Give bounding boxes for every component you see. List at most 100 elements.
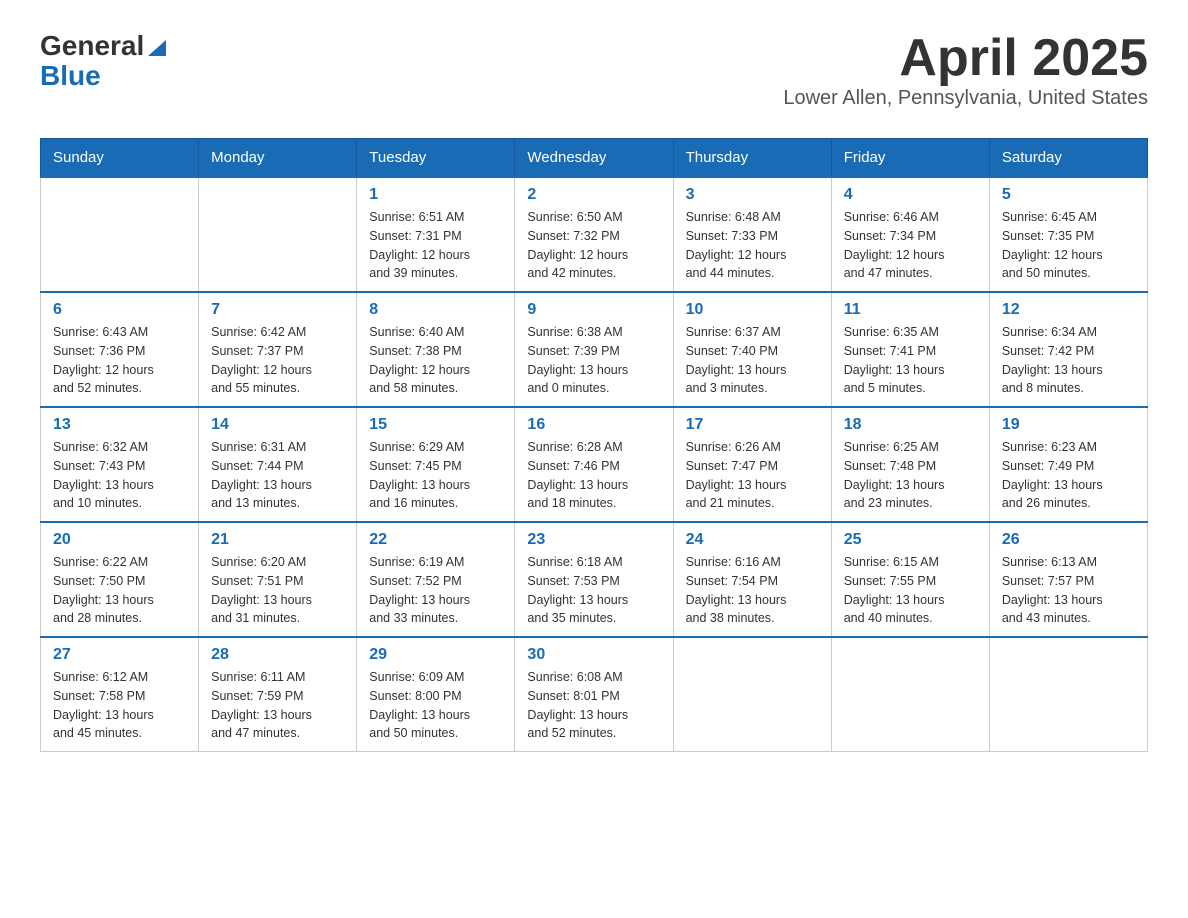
day-number: 13 [53,416,186,434]
calendar-cell: 9Sunrise: 6:38 AM Sunset: 7:39 PM Daylig… [515,292,673,407]
day-info: Sunrise: 6:26 AM Sunset: 7:47 PM Dayligh… [686,438,819,513]
weekday-header-monday: Monday [199,139,357,178]
day-number: 10 [686,301,819,319]
day-number: 26 [1002,531,1135,549]
day-info: Sunrise: 6:09 AM Sunset: 8:00 PM Dayligh… [369,668,502,743]
calendar-cell: 27 Sunrise: 6:12 AM Sunset: 7:58 PM Dayli… [41,637,199,752]
weekday-header-row: SundayMondayTuesdayWednesdayThursdayFrid… [41,139,1148,178]
day-number: 7 [211,301,344,319]
day-info: Sunrise: 6:42 AM Sunset: 7:37 PM Dayligh… [211,323,344,398]
title-block: April 2025 Lower Allen, Pennsylvania, Un… [783,30,1148,128]
day-number: 24 [686,531,819,549]
day-number: 18 [844,416,977,434]
calendar-cell: 17 Sunrise: 6:26 AM Sunset: 7:47 PM Dayli… [673,407,831,522]
calendar-cell: 18 Sunrise: 6:25 AM Sunset: 7:48 PM Dayli… [831,407,989,522]
day-number: 29 [369,646,502,664]
calendar-cell: 26 Sunrise: 6:13 AM Sunset: 7:57 PM Dayli… [989,522,1147,637]
day-info: Sunrise: 6:16 AM Sunset: 7:54 PM Dayligh… [686,553,819,628]
day-info: Sunrise: 6:29 AM Sunset: 7:45 PM Dayligh… [369,438,502,513]
calendar-cell: 21 Sunrise: 6:20 AM Sunset: 7:51 PM Dayli… [199,522,357,637]
week-row-3: 13Sunrise: 6:32 AM Sunset: 7:43 PM Dayli… [41,407,1148,522]
calendar-cell [199,177,357,292]
day-info: Sunrise: 6:13 AM Sunset: 7:57 PM Dayligh… [1002,553,1135,628]
day-number: 11 [844,301,977,319]
calendar-cell: 3Sunrise: 6:48 AM Sunset: 7:33 PM Daylig… [673,177,831,292]
day-number: 6 [53,301,186,319]
calendar-cell: 16 Sunrise: 6:28 AM Sunset: 7:46 PM Dayli… [515,407,673,522]
calendar-cell: 4Sunrise: 6:46 AM Sunset: 7:34 PM Daylig… [831,177,989,292]
calendar-cell: 25 Sunrise: 6:15 AM Sunset: 7:55 PM Dayli… [831,522,989,637]
day-info: Sunrise: 6:40 AM Sunset: 7:38 PM Dayligh… [369,323,502,398]
page-header: General Blue April 2025 Lower Allen, Pen… [40,30,1148,128]
logo-general-text: General [40,30,144,62]
day-info: Sunrise: 6:43 AM Sunset: 7:36 PM Dayligh… [53,323,186,398]
calendar-cell: 20 Sunrise: 6:22 AM Sunset: 7:50 PM Dayli… [41,522,199,637]
day-number: 23 [527,531,660,549]
calendar-cell: 7 Sunrise: 6:42 AM Sunset: 7:37 PM Daylig… [199,292,357,407]
day-number: 14 [211,416,344,434]
calendar-cell: 1 Sunrise: 6:51 AM Sunset: 7:31 PM Daylig… [357,177,515,292]
week-row-4: 20 Sunrise: 6:22 AM Sunset: 7:50 PM Dayli… [41,522,1148,637]
day-number: 2 [527,186,660,204]
day-number: 5 [1002,186,1135,204]
day-number: 22 [369,531,502,549]
day-number: 8 [369,301,502,319]
day-info: Sunrise: 6:25 AM Sunset: 7:48 PM Dayligh… [844,438,977,513]
day-number: 25 [844,531,977,549]
calendar-cell: 24 Sunrise: 6:16 AM Sunset: 7:54 PM Dayli… [673,522,831,637]
calendar-cell: 11 Sunrise: 6:35 AM Sunset: 7:41 PM Dayli… [831,292,989,407]
day-number: 4 [844,186,977,204]
day-info: Sunrise: 6:15 AM Sunset: 7:55 PM Dayligh… [844,553,977,628]
calendar-cell: 14 Sunrise: 6:31 AM Sunset: 7:44 PM Dayli… [199,407,357,522]
day-number: 3 [686,186,819,204]
calendar-cell: 13Sunrise: 6:32 AM Sunset: 7:43 PM Dayli… [41,407,199,522]
day-number: 9 [527,301,660,319]
day-info: Sunrise: 6:34 AM Sunset: 7:42 PM Dayligh… [1002,323,1135,398]
day-number: 17 [686,416,819,434]
calendar-cell [831,637,989,752]
weekday-header-saturday: Saturday [989,139,1147,178]
calendar-cell [673,637,831,752]
weekday-header-sunday: Sunday [41,139,199,178]
day-number: 28 [211,646,344,664]
weekday-header-friday: Friday [831,139,989,178]
logo-blue-text: Blue [40,62,101,90]
day-info: Sunrise: 6:28 AM Sunset: 7:46 PM Dayligh… [527,438,660,513]
logo: General Blue [40,30,168,90]
week-row-1: 1 Sunrise: 6:51 AM Sunset: 7:31 PM Daylig… [41,177,1148,292]
calendar-cell [989,637,1147,752]
day-info: Sunrise: 6:51 AM Sunset: 7:31 PM Dayligh… [369,208,502,283]
day-number: 15 [369,416,502,434]
week-row-2: 6 Sunrise: 6:43 AM Sunset: 7:36 PM Daylig… [41,292,1148,407]
day-info: Sunrise: 6:22 AM Sunset: 7:50 PM Dayligh… [53,553,186,628]
location-subtitle: Lower Allen, Pennsylvania, United States [783,87,1148,110]
weekday-header-wednesday: Wednesday [515,139,673,178]
day-info: Sunrise: 6:45 AM Sunset: 7:35 PM Dayligh… [1002,208,1135,283]
week-row-5: 27 Sunrise: 6:12 AM Sunset: 7:58 PM Dayli… [41,637,1148,752]
day-number: 20 [53,531,186,549]
calendar-cell: 23Sunrise: 6:18 AM Sunset: 7:53 PM Dayli… [515,522,673,637]
day-number: 1 [369,186,502,204]
calendar-cell: 19Sunrise: 6:23 AM Sunset: 7:49 PM Dayli… [989,407,1147,522]
day-info: Sunrise: 6:31 AM Sunset: 7:44 PM Dayligh… [211,438,344,513]
day-info: Sunrise: 6:12 AM Sunset: 7:58 PM Dayligh… [53,668,186,743]
calendar-table: SundayMondayTuesdayWednesdayThursdayFrid… [40,138,1148,752]
day-info: Sunrise: 6:37 AM Sunset: 7:40 PM Dayligh… [686,323,819,398]
calendar-cell: 29 Sunrise: 6:09 AM Sunset: 8:00 PM Dayli… [357,637,515,752]
calendar-cell: 5 Sunrise: 6:45 AM Sunset: 7:35 PM Daylig… [989,177,1147,292]
calendar-cell: 12 Sunrise: 6:34 AM Sunset: 7:42 PM Dayli… [989,292,1147,407]
calendar-cell: 15 Sunrise: 6:29 AM Sunset: 7:45 PM Dayli… [357,407,515,522]
day-number: 27 [53,646,186,664]
calendar-cell: 22Sunrise: 6:19 AM Sunset: 7:52 PM Dayli… [357,522,515,637]
day-number: 30 [527,646,660,664]
day-number: 12 [1002,301,1135,319]
day-info: Sunrise: 6:20 AM Sunset: 7:51 PM Dayligh… [211,553,344,628]
weekday-header-tuesday: Tuesday [357,139,515,178]
calendar-cell: 6 Sunrise: 6:43 AM Sunset: 7:36 PM Daylig… [41,292,199,407]
day-number: 16 [527,416,660,434]
day-number: 21 [211,531,344,549]
day-info: Sunrise: 6:08 AM Sunset: 8:01 PM Dayligh… [527,668,660,743]
calendar-cell: 8 Sunrise: 6:40 AM Sunset: 7:38 PM Daylig… [357,292,515,407]
day-info: Sunrise: 6:23 AM Sunset: 7:49 PM Dayligh… [1002,438,1135,513]
day-info: Sunrise: 6:35 AM Sunset: 7:41 PM Dayligh… [844,323,977,398]
